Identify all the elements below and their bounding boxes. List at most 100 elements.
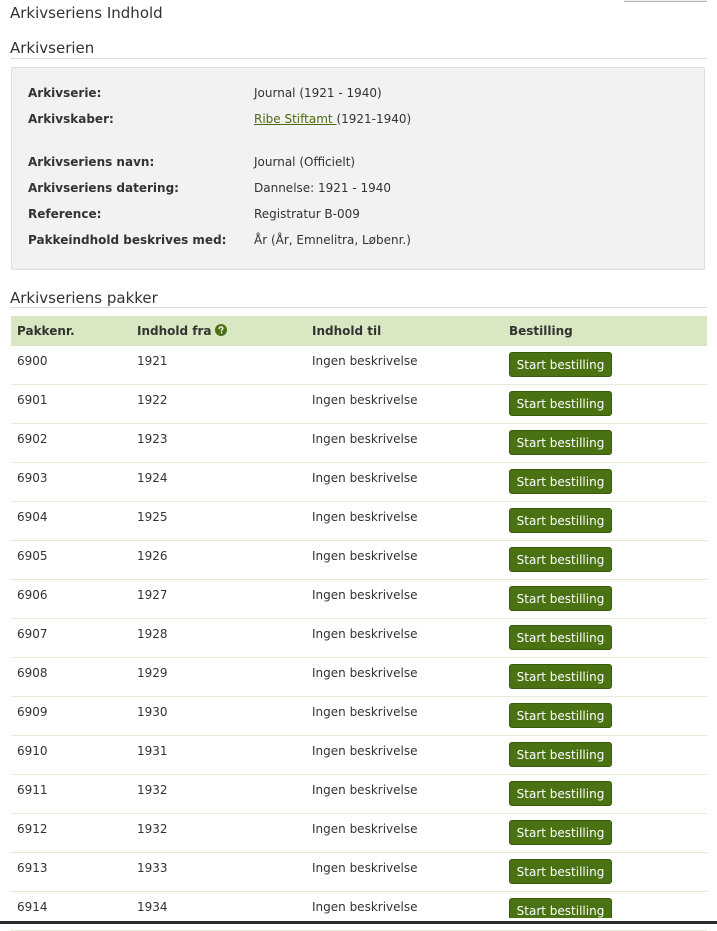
cell-indhold-til: Ingen beskrivelse [312, 822, 418, 836]
start-bestilling-button[interactable]: Start bestilling [509, 820, 612, 845]
cell-indhold-til: Ingen beskrivelse [312, 900, 418, 914]
start-bestilling-button[interactable]: Start bestilling [509, 742, 612, 767]
cell-indhold-til: Ingen beskrivelse [312, 783, 418, 797]
cell-pakkenr: 6907 [17, 627, 48, 641]
table-body: 6900 1921 Ingen beskrivelse Start bestillin… [11, 346, 707, 931]
header-bestilling: Bestilling [509, 324, 573, 338]
table-row: 6900 1921 Ingen beskrivelse Start bestillin… [11, 346, 707, 385]
cell-pakkenr: 6900 [17, 354, 48, 368]
start-bestilling-button[interactable]: Start bestilling [509, 586, 612, 611]
info-label: Arkivserie: [28, 86, 102, 100]
cell-pakkenr: 6905 [17, 549, 48, 563]
start-bestilling-button[interactable]: Start bestilling [509, 352, 612, 377]
cell-indhold-fra: 1921 [137, 354, 168, 368]
table-row: 6911 1932 Ingen beskrivelse Start bestillin… [11, 775, 707, 814]
series-section-title: Arkivserien [10, 39, 95, 57]
start-bestilling-button[interactable]: Start bestilling [509, 508, 612, 533]
start-bestilling-button[interactable]: Start bestilling [509, 703, 612, 728]
cell-indhold-fra: 1925 [137, 510, 168, 524]
info-value: Journal (Officielt) [254, 155, 356, 169]
info-label: Arkivskaber: [28, 112, 114, 126]
cell-indhold-til: Ingen beskrivelse [312, 432, 418, 446]
cell-pakkenr: 6913 [17, 861, 48, 875]
table-row: 6902 1923 Ingen beskrivelse Start bestillin… [11, 424, 707, 463]
table-row: 6912 1932 Ingen beskrivelse Start bestillin… [11, 814, 707, 853]
cell-pakkenr: 6903 [17, 471, 48, 485]
packages-section-divider [10, 307, 707, 308]
series-info-box: Arkivserie: Journal (1921 - 1940) Arkivs… [11, 67, 705, 270]
info-label: Arkivseriens navn: [28, 155, 155, 169]
table-row: 6903 1924 Ingen beskrivelse Start bestillin… [11, 463, 707, 502]
info-value-with-link: Ribe Stiftamt (1921-1940) [254, 112, 411, 126]
cell-indhold-til: Ingen beskrivelse [312, 666, 418, 680]
start-bestilling-button[interactable]: Start bestilling [509, 781, 612, 806]
table-row: 6906 1927 Ingen beskrivelse Start bestillin… [11, 580, 707, 619]
start-bestilling-button[interactable]: Start bestilling [509, 664, 612, 689]
cell-indhold-fra: 1932 [137, 822, 168, 836]
table-row: 6904 1925 Ingen beskrivelse Start bestillin… [11, 502, 707, 541]
start-bestilling-button[interactable]: Start bestilling [509, 391, 612, 416]
info-value-suffix: (1921-1940) [336, 112, 412, 126]
info-value: Registratur B-009 [254, 207, 360, 221]
cell-indhold-fra: 1933 [137, 861, 168, 875]
page-title: Arkivseriens Indhold [10, 4, 163, 22]
info-label: Arkivseriens datering: [28, 181, 179, 195]
cell-pakkenr: 6908 [17, 666, 48, 680]
table-row: 6909 1930 Ingen beskrivelse Start bestillin… [11, 697, 707, 736]
table-row: 6907 1928 Ingen beskrivelse Start bestillin… [11, 619, 707, 658]
header-indhold-fra-label: Indhold fra [137, 324, 212, 338]
cell-pakkenr: 6911 [17, 783, 48, 797]
cell-indhold-fra: 1923 [137, 432, 168, 446]
info-value: År (År, Emnelitra, Løbenr.) [254, 233, 411, 247]
start-bestilling-button[interactable]: Start bestilling [509, 430, 612, 455]
cell-indhold-fra: 1926 [137, 549, 168, 563]
table-header: Pakkenr. Indhold fra Indhold til Bestill… [11, 316, 707, 346]
cell-indhold-til: Ingen beskrivelse [312, 627, 418, 641]
table-row: 6913 1933 Ingen beskrivelse Start bestillin… [11, 853, 707, 892]
cell-pakkenr: 6912 [17, 822, 48, 836]
table-row: 6910 1931 Ingen beskrivelse Start bestillin… [11, 736, 707, 775]
cell-indhold-til: Ingen beskrivelse [312, 861, 418, 875]
cell-indhold-til: Ingen beskrivelse [312, 588, 418, 602]
cell-pakkenr: 6906 [17, 588, 48, 602]
cell-indhold-til: Ingen beskrivelse [312, 549, 418, 563]
cell-indhold-fra: 1922 [137, 393, 168, 407]
table-row: 6914 1934 Ingen beskrivelse Start bestillin… [11, 892, 707, 931]
header-indhold-til: Indhold til [312, 324, 382, 338]
start-bestilling-button[interactable]: Start bestilling [509, 625, 612, 650]
info-label: Pakkeindhold beskrives med: [28, 233, 227, 247]
start-bestilling-button[interactable]: Start bestilling [509, 859, 612, 884]
cell-pakkenr: 6910 [17, 744, 48, 758]
packages-table: Pakkenr. Indhold fra Indhold til Bestill… [11, 316, 707, 931]
table-row: 6908 1929 Ingen beskrivelse Start bestillin… [11, 658, 707, 697]
table-row: 6901 1922 Ingen beskrivelse Start bestillin… [11, 385, 707, 424]
cell-indhold-til: Ingen beskrivelse [312, 354, 418, 368]
cell-indhold-fra: 1931 [137, 744, 168, 758]
start-bestilling-button[interactable]: Start bestilling [509, 547, 612, 572]
cell-indhold-fra: 1924 [137, 471, 168, 485]
cell-indhold-fra: 1932 [137, 783, 168, 797]
cell-indhold-til: Ingen beskrivelse [312, 744, 418, 758]
top-edge-control [624, 0, 707, 2]
cell-indhold-fra: 1927 [137, 588, 168, 602]
cell-indhold-til: Ingen beskrivelse [312, 705, 418, 719]
series-section-divider [10, 58, 707, 59]
cell-pakkenr: 6902 [17, 432, 48, 446]
cell-indhold-til: Ingen beskrivelse [312, 393, 418, 407]
cell-indhold-fra: 1928 [137, 627, 168, 641]
cell-indhold-til: Ingen beskrivelse [312, 510, 418, 524]
start-bestilling-button[interactable]: Start bestilling [509, 469, 612, 494]
cell-indhold-fra: 1930 [137, 705, 168, 719]
table-row: 6905 1926 Ingen beskrivelse Start bestillin… [11, 541, 707, 580]
packages-section-title: Arkivseriens pakker [10, 289, 158, 307]
question-circle-icon[interactable] [214, 324, 227, 336]
info-value: Dannelse: 1921 - 1940 [254, 181, 392, 195]
cell-pakkenr: 6904 [17, 510, 48, 524]
cell-indhold-fra: 1934 [137, 900, 168, 914]
header-indhold-fra: Indhold fra [137, 316, 227, 346]
cell-indhold-til: Ingen beskrivelse [312, 471, 418, 485]
header-pakkenr: Pakkenr. [17, 324, 75, 338]
archive-creator-link[interactable]: Ribe Stiftamt [254, 112, 336, 126]
cell-pakkenr: 6909 [17, 705, 48, 719]
info-label: Reference: [28, 207, 102, 221]
